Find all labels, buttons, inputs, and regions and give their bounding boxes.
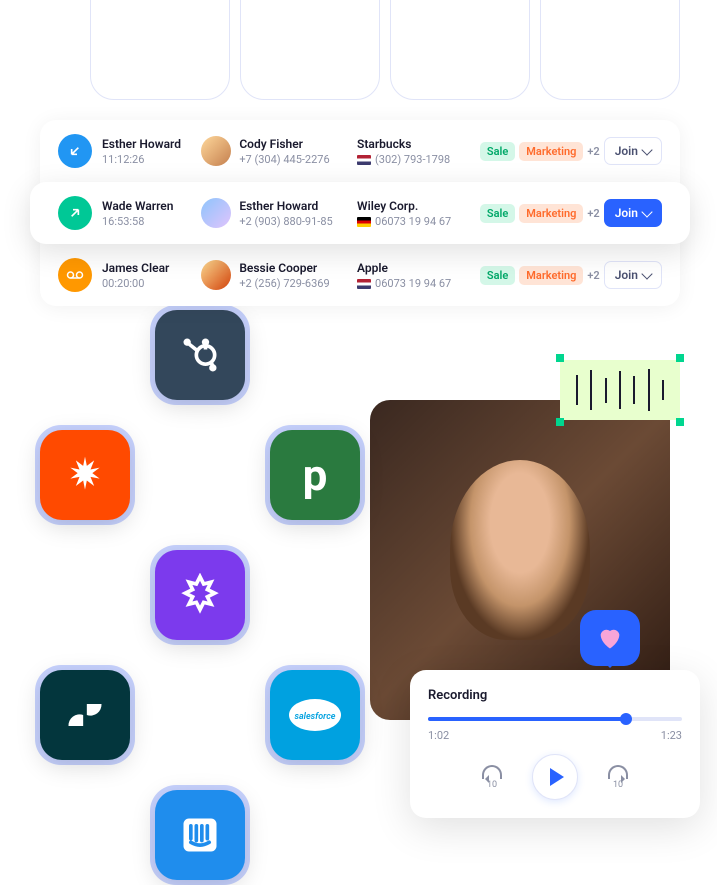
call-time: 11:12:26 — [102, 153, 191, 166]
tag-marketing[interactable]: Marketing — [519, 266, 583, 285]
join-button[interactable]: Join — [604, 199, 662, 227]
intercom-icon[interactable] — [155, 790, 245, 880]
contact-avatar — [201, 198, 231, 228]
progress-bar[interactable] — [428, 717, 682, 721]
recording-player: Recording 1:02 1:23 10 10 — [410, 670, 700, 818]
direction-icon — [58, 258, 92, 292]
company-phone: 06073 19 94 67 — [357, 277, 470, 290]
caller-name: Esther Howard — [102, 137, 191, 151]
call-row[interactable]: James Clear 00:20:00 Bessie Cooper +2 (256… — [40, 244, 680, 306]
caller-name: Wade Warren — [102, 199, 191, 213]
call-row[interactable]: Wade Warren 16:53:58 Esther Howard +2 (903… — [30, 182, 690, 244]
time-current: 1:02 — [428, 729, 449, 742]
company-phone: 06073 19 94 67 — [357, 215, 470, 228]
skip-forward-button[interactable]: 10 — [608, 765, 628, 790]
caller-name: James Clear — [102, 261, 191, 275]
contact-avatar — [201, 260, 231, 290]
time-total: 1:23 — [661, 729, 682, 742]
contact-avatar — [201, 136, 231, 166]
skip-back-button[interactable]: 10 — [482, 765, 502, 790]
contact-name: Cody Fisher — [239, 137, 329, 151]
tag-sale[interactable]: Sale — [480, 266, 515, 285]
direction-icon — [58, 196, 92, 230]
tag-marketing[interactable]: Marketing — [519, 204, 583, 223]
salesforce-icon[interactable]: salesforce — [270, 670, 360, 760]
call-time: 00:20:00 — [102, 277, 191, 290]
gong-icon[interactable] — [155, 550, 245, 640]
tag-more[interactable]: +2 — [587, 207, 599, 220]
contact-name: Bessie Cooper — [239, 261, 329, 275]
player-title: Recording — [428, 688, 682, 703]
company-name: Wiley Corp. — [357, 199, 470, 213]
zapier-icon[interactable] — [40, 430, 130, 520]
pipedrive-icon[interactable]: p — [270, 430, 360, 520]
join-button[interactable]: Join — [604, 137, 662, 165]
company-phone: (302) 793-1798 — [357, 153, 470, 166]
call-row[interactable]: Esther Howard 11:12:26 Cody Fisher +7 (304… — [40, 120, 680, 182]
direction-icon — [58, 134, 92, 168]
hubspot-icon[interactable] — [155, 310, 245, 400]
tag-marketing[interactable]: Marketing — [519, 142, 583, 161]
contact-phone: +7 (304) 445-2276 — [239, 153, 329, 166]
heart-badge — [580, 610, 640, 666]
tag-more[interactable]: +2 — [587, 269, 599, 282]
join-button[interactable]: Join — [604, 261, 662, 289]
zendesk-icon[interactable] — [40, 670, 130, 760]
svg-text:salesforce: salesforce — [295, 712, 336, 722]
company-name: Starbucks — [357, 137, 470, 151]
contact-phone: +2 (256) 729-6369 — [239, 277, 329, 290]
company-name: Apple — [357, 261, 470, 275]
call-time: 16:53:58 — [102, 215, 191, 228]
tag-more[interactable]: +2 — [587, 145, 599, 158]
contact-name: Esther Howard — [239, 199, 332, 213]
tag-sale[interactable]: Sale — [480, 204, 515, 223]
audio-visualizer — [560, 360, 680, 420]
contact-phone: +2 (903) 880-91-85 — [239, 215, 332, 228]
play-button[interactable] — [532, 754, 578, 800]
calls-table: Esther Howard 11:12:26 Cody Fisher +7 (304… — [40, 120, 680, 306]
tag-sale[interactable]: Sale — [480, 142, 515, 161]
